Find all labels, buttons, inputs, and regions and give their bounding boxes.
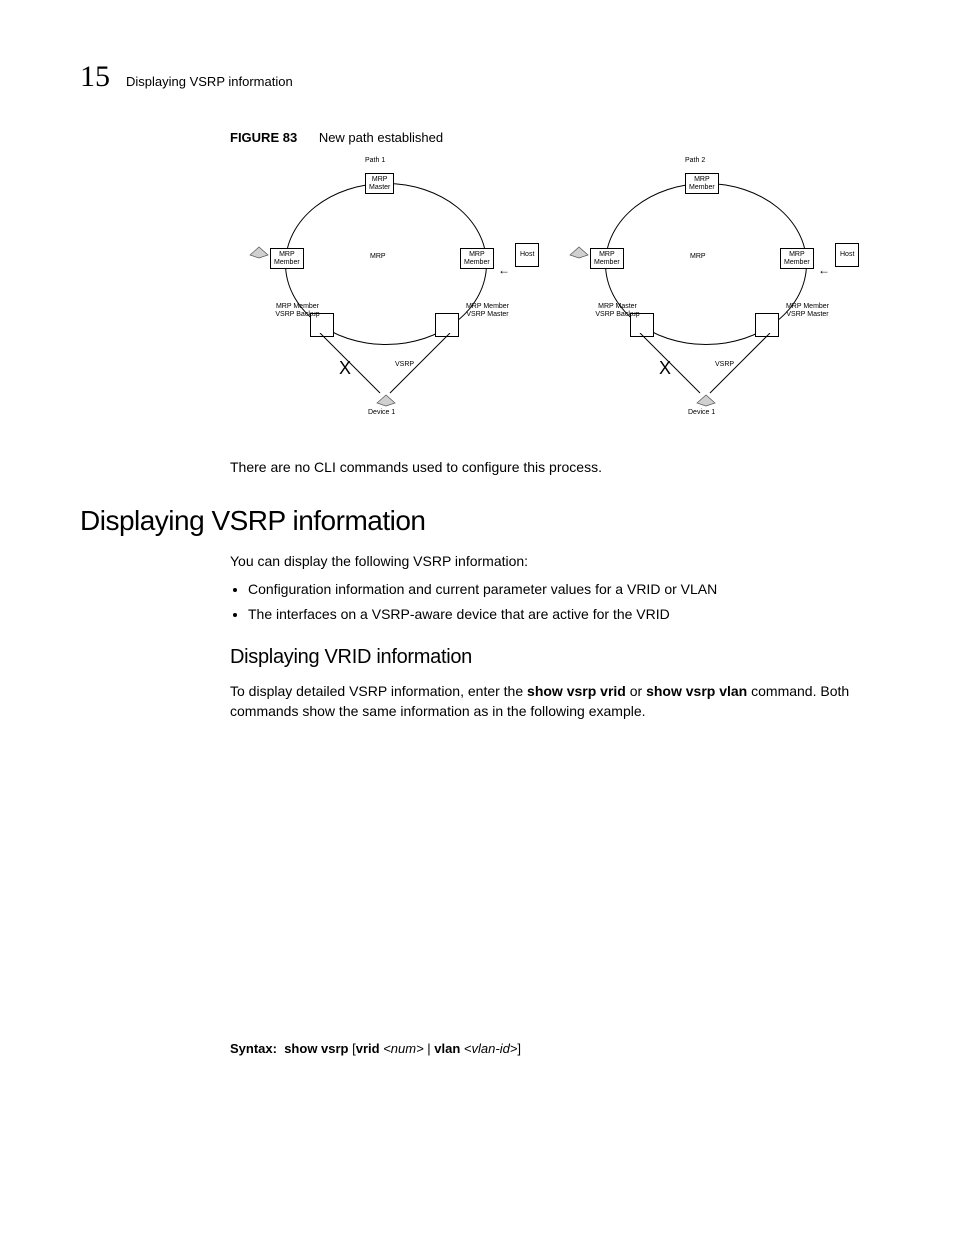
host-label: Host	[840, 251, 854, 259]
page-header: 15 Displaying VSRP information	[80, 60, 874, 94]
device-icon-side	[568, 245, 590, 259]
bullet-list: Configuration information and current pa…	[248, 579, 874, 624]
path-label: Path 2	[685, 157, 705, 165]
inline-cmd: show vsrp vrid	[527, 683, 626, 699]
vsrp-label: VSRP	[395, 361, 414, 369]
figure-caption: FIGURE 83 New path established	[230, 130, 874, 145]
inline-cmd: show vsrp vlan	[646, 683, 747, 699]
device-label: Device 1	[688, 409, 715, 417]
arrow-left-icon: ←	[818, 263, 830, 277]
node-mrp-master: MRPMaster	[365, 173, 394, 194]
node-mrp-member-top: MRPMember	[685, 173, 719, 194]
chapter-number: 15	[80, 60, 110, 94]
path-label: Path 1	[365, 157, 385, 165]
node-mrp-member-right: MRPMember	[780, 248, 814, 269]
figure-diagram: Path 1 MRPMaster MRPMember MRP MRPMember…	[230, 153, 874, 453]
label-mmaster-vb: MRP MasterVSRP Backup	[590, 303, 645, 318]
label-mm-vm: MRP MemberVSRP Master	[460, 303, 515, 318]
device-icon	[695, 393, 717, 407]
x-mark: X	[659, 358, 671, 379]
label-mm-vm: MRP MemberVSRP Master	[780, 303, 835, 318]
ring-path2: Path 2 MRPMember MRPMember MRP MRPMember…	[550, 153, 860, 423]
arrow-left-icon: ←	[498, 263, 510, 277]
syntax-line: Syntax: show vsrp [vrid <num> | vlan <vl…	[230, 1041, 874, 1056]
ring-path1: Path 1 MRPMaster MRPMember MRP MRPMember…	[230, 153, 540, 423]
device-icon-side	[248, 245, 270, 259]
list-item: The interfaces on a VSRP-aware device th…	[248, 604, 874, 624]
subsection-body: To display detailed VSRP information, en…	[230, 681, 874, 722]
label-mm-vb: MRP MemberVSRP Backup	[270, 303, 325, 318]
vsrp-label: VSRP	[715, 361, 734, 369]
section-heading: Displaying VSRP information	[80, 505, 874, 537]
figure-label: FIGURE 83	[230, 130, 297, 145]
subsection-heading: Displaying VRID information	[230, 646, 874, 669]
intro-text: You can display the following VSRP infor…	[230, 551, 874, 571]
node-mrp-member-left: MRPMember	[590, 248, 624, 269]
syntax-cmd: show vsrp	[284, 1041, 348, 1056]
node-mrp-member-right: MRPMember	[460, 248, 494, 269]
device-label: Device 1	[368, 409, 395, 417]
node-mrp-member-left: MRPMember	[270, 248, 304, 269]
after-figure-text: There are no CLI commands used to config…	[230, 459, 874, 475]
section-body: You can display the following VSRP infor…	[230, 551, 874, 624]
mrp-center-label: MRP	[370, 253, 386, 261]
host-label: Host	[520, 251, 534, 259]
syntax-label: Syntax:	[230, 1041, 277, 1056]
x-mark: X	[339, 358, 351, 379]
mrp-center-label: MRP	[690, 253, 706, 261]
page: 15 Displaying VSRP information FIGURE 83…	[0, 0, 954, 1235]
header-title: Displaying VSRP information	[126, 74, 293, 89]
figure-caption-text: New path established	[319, 130, 443, 145]
list-item: Configuration information and current pa…	[248, 579, 874, 599]
subsection-para: To display detailed VSRP information, en…	[230, 681, 874, 722]
device-icon	[375, 393, 397, 407]
